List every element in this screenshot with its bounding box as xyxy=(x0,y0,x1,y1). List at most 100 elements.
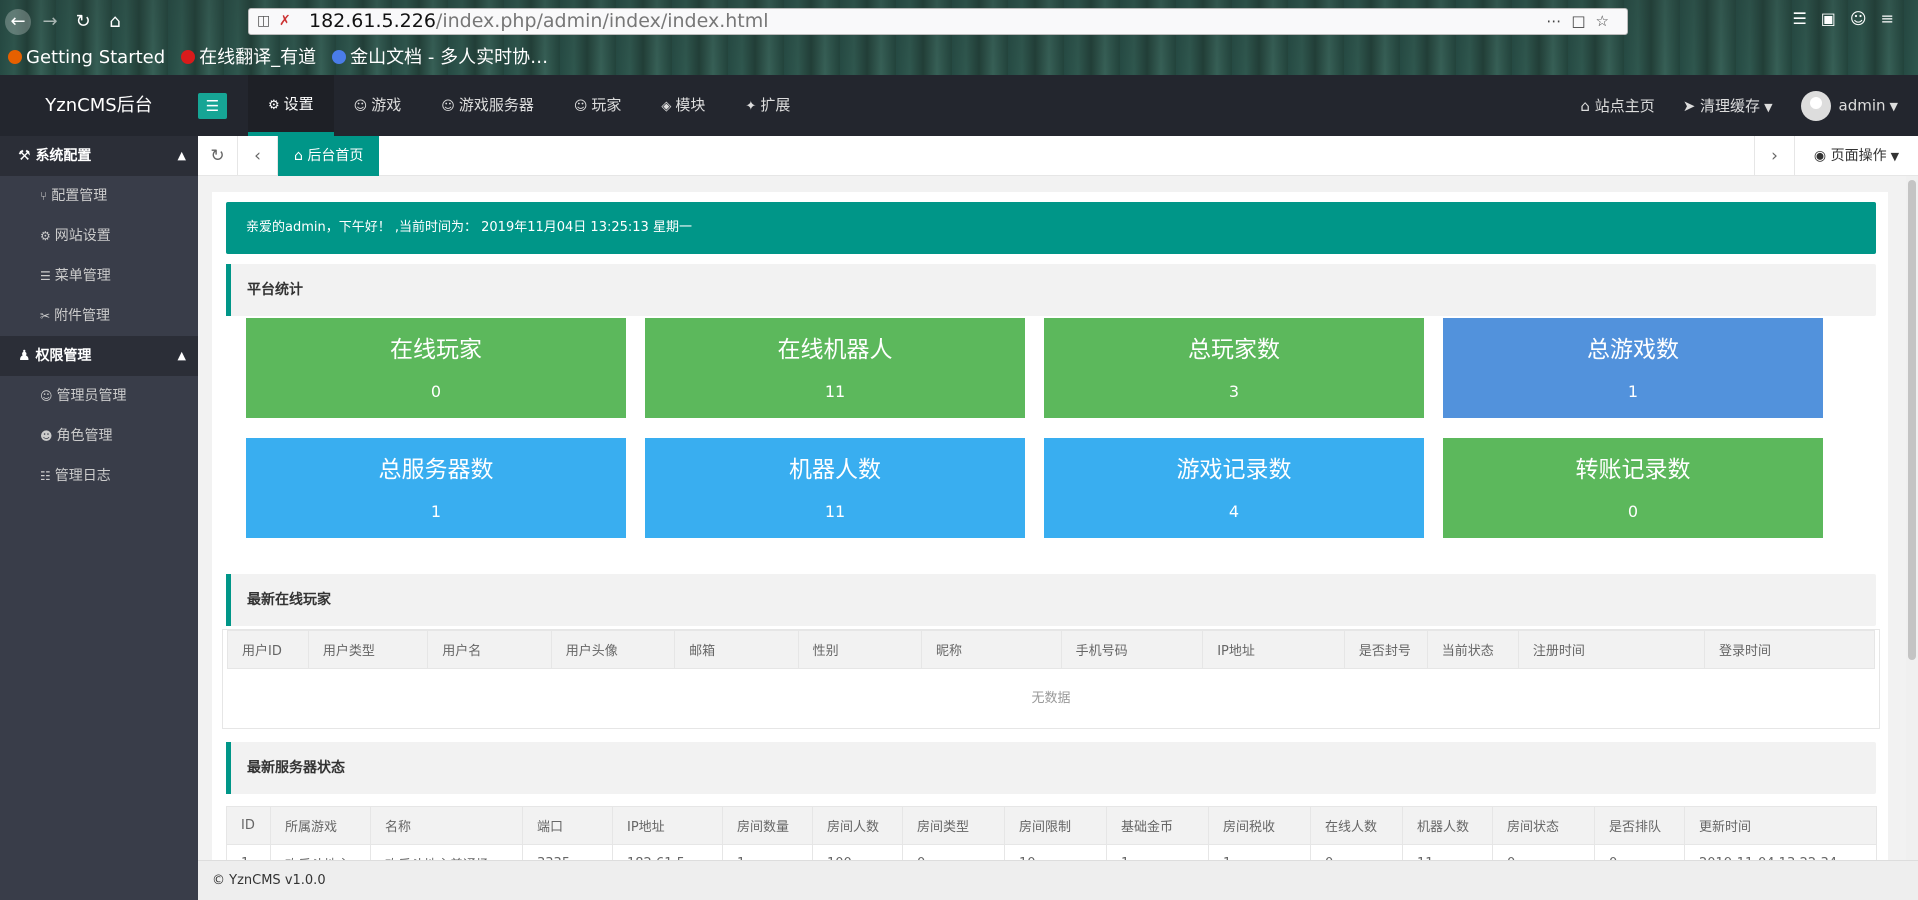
sidebar-item[interactable]: ☺ 管理员管理 xyxy=(0,376,198,416)
sidebar-item[interactable]: ☻ 角色管理 xyxy=(0,416,198,456)
address-bar[interactable]: ◫ ✗ 182.61.5.226/index.php/admin/index/i… xyxy=(248,8,1628,35)
column-header[interactable]: 基础金币 xyxy=(1106,806,1209,845)
back-arrow-icon[interactable]: ← xyxy=(5,9,31,35)
account-icon[interactable]: ☺ xyxy=(1850,9,1881,28)
column-header[interactable]: 端口 xyxy=(522,806,613,845)
column-header[interactable]: 房间数量 xyxy=(722,806,813,845)
stat-card: 转账记录数 0 xyxy=(1443,438,1823,538)
column-header[interactable]: 邮箱 xyxy=(674,630,799,669)
table-row[interactable]: 1欢乐斗地主欢乐斗地主普通场3335182.61.5....1100010110… xyxy=(226,844,1877,860)
bookmark-label: 金山文档 - 多人实时协… xyxy=(350,47,549,68)
column-header[interactable]: 性别 xyxy=(797,630,922,669)
column-header[interactable]: ID xyxy=(226,806,271,845)
topnav-label: 玩家 xyxy=(591,96,622,114)
chevron-right-icon[interactable]: › xyxy=(1754,136,1794,176)
table-cell: 0 xyxy=(1492,844,1595,860)
column-header[interactable]: 所属游戏 xyxy=(270,806,371,845)
column-header[interactable]: 名称 xyxy=(370,806,523,845)
sidebar-item[interactable]: ⑂ 配置管理 xyxy=(0,176,198,216)
column-header[interactable]: 机器人数 xyxy=(1402,806,1493,845)
user-icon: ☺ xyxy=(353,99,368,114)
bookmark-favicon-icon xyxy=(332,50,347,64)
refresh-icon[interactable]: ↻ xyxy=(198,136,238,176)
page-operations-menu[interactable]: ◉ 页面操作 ▼ xyxy=(1794,136,1918,176)
column-header[interactable]: 注册时间 xyxy=(1517,630,1705,669)
sidebar-item[interactable]: ☷ 管理日志 xyxy=(0,456,198,496)
column-header[interactable]: 当前状态 xyxy=(1426,630,1519,669)
library-icon[interactable]: ☰ xyxy=(1792,9,1820,28)
column-header[interactable]: IP地址 xyxy=(612,806,723,845)
topnav-item-1[interactable]: ☺ 游戏 xyxy=(334,75,422,136)
topnav-label: 游戏服务器 xyxy=(458,96,534,114)
column-header[interactable]: 房间限制 xyxy=(1004,806,1107,845)
menu-toggle-icon[interactable]: ☰ xyxy=(198,93,227,119)
column-header[interactable]: 用户类型 xyxy=(307,630,429,669)
column-header[interactable]: 房间税收 xyxy=(1208,806,1311,845)
chevron-left-icon[interactable]: ‹ xyxy=(238,136,278,176)
column-header[interactable]: 在线人数 xyxy=(1310,806,1403,845)
column-header[interactable]: 是否封号 xyxy=(1343,630,1428,669)
stat-card: 在线机器人 11 xyxy=(645,318,1025,418)
target-icon: ◉ xyxy=(1813,148,1831,164)
column-header[interactable]: 房间状态 xyxy=(1492,806,1595,845)
paperclip-icon: ✂ xyxy=(40,309,51,323)
column-header[interactable]: 是否排队 xyxy=(1594,806,1685,845)
welcome-banner: 亲爱的admin，下午好！ ,当前时间为： 2019年11月04日 13:25:… xyxy=(226,202,1876,254)
topnav-item-2[interactable]: ☺ 游戏服务器 xyxy=(421,75,554,136)
browser-toolbar-icons: ☰▣☺≡ xyxy=(1792,9,1908,28)
brush-icon: ➤ xyxy=(1682,97,1701,115)
topnav-item-5[interactable]: ✦ 扩展 xyxy=(725,75,810,136)
column-header[interactable]: 更新时间 xyxy=(1684,806,1877,845)
reload-icon[interactable]: ↻ xyxy=(70,9,96,35)
bookmark-item[interactable]: 在线翻译_有道 xyxy=(181,45,316,71)
tab-home[interactable]: ⌂ 后台首页 xyxy=(278,136,380,176)
column-header[interactable]: 房间人数 xyxy=(812,806,903,845)
content-scrollbar[interactable] xyxy=(1906,176,1918,860)
stat-card: 总游戏数 1 xyxy=(1443,318,1823,418)
home-icon[interactable]: ⌂ xyxy=(102,9,128,35)
clear-cache-label: 清理缓存 xyxy=(1700,97,1761,115)
column-header[interactable]: 登录时间 xyxy=(1703,630,1876,669)
scrollbar-thumb[interactable] xyxy=(1908,180,1916,660)
sidebar-item[interactable]: ✂ 附件管理 xyxy=(0,296,198,336)
topnav-item-0[interactable]: ⚙ 设置 xyxy=(248,75,334,136)
column-header[interactable]: 手机号码 xyxy=(1060,630,1204,669)
sidebar-group-title[interactable]: ⚒ 系统配置 ▲ xyxy=(0,136,198,176)
site-home-link[interactable]: ⌂ 站点主页 xyxy=(1580,95,1654,116)
table-cell: 1 xyxy=(1106,844,1209,860)
pocket-icon[interactable]: □ xyxy=(1571,12,1595,30)
sidebar-icon[interactable]: ▣ xyxy=(1821,9,1850,28)
bookmark-star-icon[interactable]: ☆ xyxy=(1596,12,1619,30)
sidebar-group-title[interactable]: ♟ 权限管理 ▲ xyxy=(0,336,198,376)
user-menu[interactable]: admin ▼ xyxy=(1800,90,1898,121)
table-cell: 182.61.5.... xyxy=(612,844,723,860)
sidebar-item-label: 角色管理 xyxy=(56,428,113,444)
sidebar-item[interactable]: ⚙ 网站设置 xyxy=(0,216,198,256)
menu-icon[interactable]: ≡ xyxy=(1881,9,1908,28)
forward-arrow-icon[interactable]: → xyxy=(37,9,63,35)
column-header[interactable]: 用户名 xyxy=(427,630,552,669)
bookmarks-bar: Getting Started 在线翻译_有道 金山文档 - 多人实时协… xyxy=(8,45,548,71)
sidebar-item-label: 网站设置 xyxy=(54,228,111,244)
bookmark-label: Getting Started xyxy=(26,47,166,68)
topnav-item-4[interactable]: ◈ 模块 xyxy=(641,75,725,136)
caret-up-icon: ▲ xyxy=(177,149,186,162)
column-header[interactable]: 用户头像 xyxy=(550,630,676,669)
url-text: 182.61.5.226/index.php/admin/index/index… xyxy=(309,9,769,34)
user-name: admin xyxy=(1838,96,1886,114)
clear-cache-menu[interactable]: ➤ 清理缓存 ▼ xyxy=(1683,95,1773,116)
players-table-box: 用户ID 用户类型 用户名 用户头像 邮箱 性别 昵称 手机号码 IP地址 是否封号 当前状态 注册时… xyxy=(222,629,1880,729)
user-icon: ☺ xyxy=(441,99,455,114)
column-header[interactable]: 昵称 xyxy=(920,630,1062,669)
more-icon[interactable]: ⋯ xyxy=(1546,12,1571,30)
topnav-item-3[interactable]: ☺ 玩家 xyxy=(554,75,642,136)
column-header[interactable]: IP地址 xyxy=(1202,630,1345,669)
sidebar-item[interactable]: ☰ 菜单管理 xyxy=(0,256,198,296)
bookmark-item[interactable]: 金山文档 - 多人实时协… xyxy=(332,45,548,71)
column-header[interactable]: 用户ID xyxy=(227,630,309,669)
top-nav: ⚙ 设置 ☺ 游戏 ☺ 游戏服务器 ☺ 玩家 ◈ 模块 ✦ 扩展 xyxy=(248,75,810,136)
table-cell: 2019-11-04 13:22:34 xyxy=(1684,844,1877,860)
house-icon: ⌂ xyxy=(294,148,308,164)
bookmark-item[interactable]: Getting Started xyxy=(8,45,165,71)
column-header[interactable]: 房间类型 xyxy=(902,806,1005,845)
